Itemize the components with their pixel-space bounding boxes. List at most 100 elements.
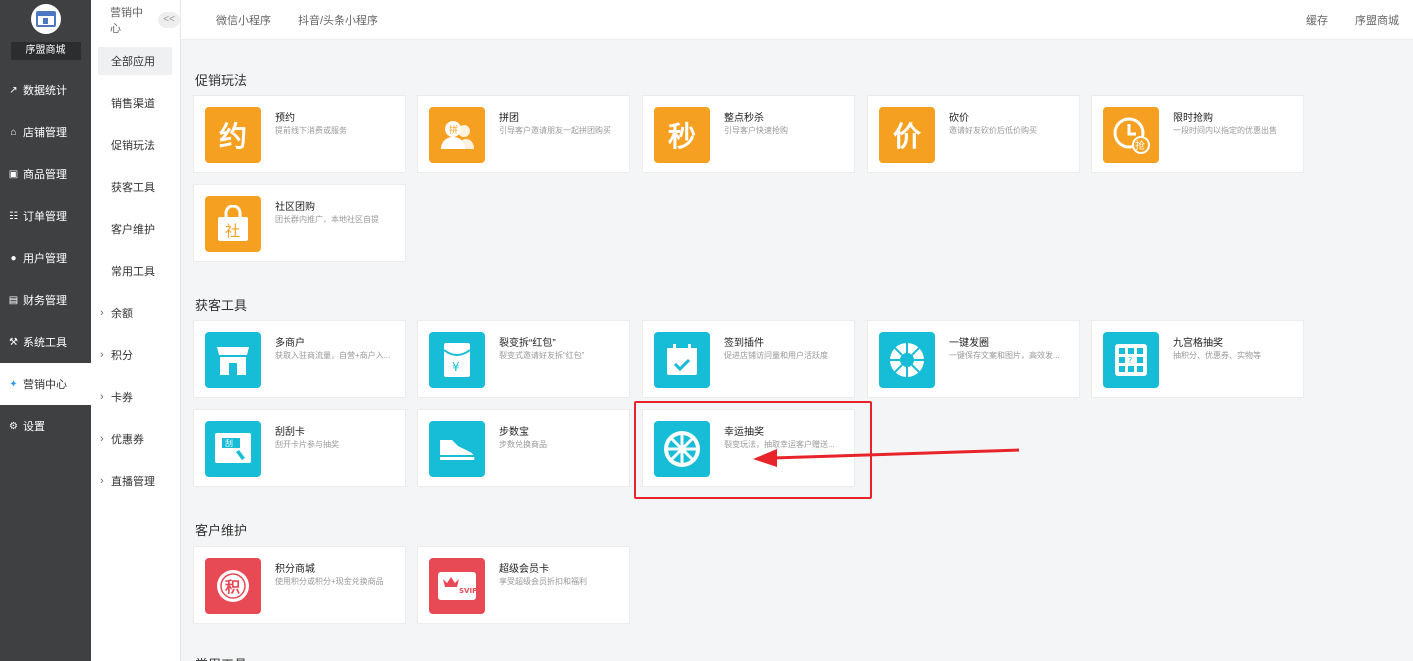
nav-label: 财务管理 [23, 295, 67, 307]
main-content: 促销玩法 约 预约 提前线下消费或服务 拼 拼团 引导客户邀请朋友一起拼团购买 … [181, 41, 1413, 661]
bag-glyph: 社 [218, 205, 248, 241]
section-title-common: 常用工具 [195, 654, 247, 661]
card-name: 积分商城 [275, 564, 315, 575]
card-name: 预约 [275, 113, 295, 124]
tab-douyin-miniprogram[interactable]: 抖音/头条小程序 [298, 12, 378, 28]
subnav-label: 卡券 [111, 392, 133, 404]
wrench-icon: ⚒ [9, 336, 18, 348]
subnav-item-all-apps[interactable]: 全部应用 [98, 47, 172, 75]
store-icon: ⌂ [10, 126, 17, 138]
subnav-label: 直播管理 [111, 476, 155, 488]
subnav-item-acquire[interactable]: 获客工具 [91, 166, 180, 208]
nav-item-settings[interactable]: ⚙ 设置 [0, 405, 91, 447]
svg-text:社: 社 [225, 222, 240, 240]
app-card-share-moments[interactable]: 一键发圈 一键保存文案和图片，高效发... [867, 320, 1080, 398]
svg-text:抢: 抢 [1135, 139, 1145, 152]
subnav-title: 营销中心 [110, 7, 143, 35]
svg-text:积: 积 [225, 578, 240, 596]
card-desc: 邀请好友砍价后低价购买 [949, 126, 1037, 135]
app-card-scratch-card[interactable]: 刮 刮刮卡 刮开卡片参与抽奖 [193, 409, 406, 487]
app-card-step-treasure[interactable]: 步数宝 步数兑换商品 [417, 409, 630, 487]
nav-item-stats[interactable]: ↗ 数据统计 [0, 69, 91, 111]
svg-text:刮: 刮 [225, 438, 233, 448]
nav-item-tools[interactable]: ⚒ 系统工具 [0, 321, 91, 363]
chevron-right-icon: › [100, 307, 104, 319]
grid-glyph: ? [1115, 344, 1147, 376]
storefront-icon [205, 332, 261, 388]
icon-glyph: 价 [892, 120, 921, 153]
marketing-icon: ✦ [9, 378, 18, 390]
app-card-group-buy[interactable]: 拼 拼团 引导客户邀请朋友一起拼团购买 [417, 95, 630, 173]
card-name: 超级会员卡 [499, 564, 549, 575]
svg-text:SVIP: SVIP [459, 587, 477, 595]
top-right-links: 缓存 序盟商城 [1306, 12, 1413, 28]
card-desc: 团长群内推广，本地社区自提 [275, 215, 379, 224]
section-title-promo: 促销玩法 [195, 73, 248, 88]
app-card-red-packet[interactable]: ¥ 裂变拆“红包” 裂变式邀请好友拆“红包” [417, 320, 630, 398]
svg-text:?: ? [1128, 356, 1132, 365]
app-card-points-mall[interactable]: 积 积分商城 使用积分或积分+现金兑换商品 [193, 546, 406, 624]
subnav-item-cards[interactable]: › 卡券 [91, 376, 180, 418]
subnav-item-common[interactable]: 常用工具 [91, 250, 180, 292]
subnav-item-sales-channel[interactable]: 销售渠道 [91, 82, 180, 124]
goods-icon: ▣ [8, 168, 19, 180]
main-sidebar: 序盟商城 ↗ 数据统计 ⌂ 店铺管理 ▣ 商品管理 ☷ 订单管理 ● 用户管理 ▤ 财务管理… [0, 0, 91, 661]
shop-name: 序盟商城 [10, 42, 81, 60]
app-card-appointment[interactable]: 约 预约 提前线下消费或服务 [193, 95, 406, 173]
app-card-multi-merchant[interactable]: 多商户 获取入驻商流量，自营+商户入... [193, 320, 406, 398]
nav-item-marketing[interactable]: ✦ 营销中心 [0, 363, 91, 405]
app-card-super-vip[interactable]: SVIP 超级会员卡 享受超级会员折扣和福利 [417, 546, 630, 624]
app-card-bargain[interactable]: 价 砍价 邀请好友砍价后低价购买 [867, 95, 1080, 173]
scratch-glyph: 刮 [215, 433, 251, 463]
collapse-button[interactable]: << [158, 12, 180, 28]
flash-sale-icon: 秒 [654, 107, 710, 163]
card-name: 砍价 [949, 113, 969, 124]
subnav-item-coupons[interactable]: › 优惠券 [91, 418, 180, 460]
card-name: 多商户 [275, 338, 305, 349]
order-icon: ☷ [9, 210, 18, 222]
card-desc: 引导客户快速抢购 [724, 126, 788, 135]
shop-logo[interactable] [30, 4, 61, 34]
app-card-flash-sale[interactable]: 秒 整点秒杀 引导客户快速抢购 [642, 95, 855, 173]
nav-label: 系统工具 [23, 337, 67, 349]
subnav-item-retain[interactable]: 客户维护 [91, 208, 180, 250]
section-title-acquire: 获客工具 [195, 298, 248, 313]
aperture-icon [879, 332, 935, 388]
top-bar: 微信小程序 抖音/头条小程序 缓存 序盟商城 [181, 0, 1413, 40]
shop-link[interactable]: 序盟商城 [1355, 12, 1399, 28]
nav-item-finance[interactable]: ▤ 财务管理 [0, 279, 91, 321]
icon-glyph: 秒 [667, 120, 696, 153]
nav-label: 设置 [23, 421, 45, 433]
nav-item-store[interactable]: ⌂ 店铺管理 [0, 111, 91, 153]
section-title-retain: 客户维护 [195, 523, 248, 538]
card-name: 刮刮卡 [275, 427, 305, 438]
nav-label: 商品管理 [23, 169, 67, 181]
subnav-item-live[interactable]: › 直播管理 [91, 460, 180, 502]
finance-icon: ▤ [8, 294, 19, 306]
card-desc: 获取入驻商流量，自营+商户入... [275, 351, 391, 360]
nav-item-goods[interactable]: ▣ 商品管理 [0, 153, 91, 195]
storefront-glyph [217, 347, 249, 375]
app-card-community-group[interactable]: 社 社区团购 团长群内推广，本地社区自提 [193, 184, 406, 262]
clock-glyph: 抢 [1113, 117, 1150, 154]
subnav-item-promo[interactable]: 促销玩法 [91, 124, 180, 166]
nav-label: 订单管理 [23, 211, 67, 223]
subnav-label: 余额 [111, 308, 133, 320]
nav-label: 店铺管理 [23, 127, 67, 139]
tab-wechat-miniprogram[interactable]: 微信小程序 [216, 12, 271, 28]
nav-item-orders[interactable]: ☷ 订单管理 [0, 195, 91, 237]
points-glyph: 积 [217, 570, 249, 602]
cache-link[interactable]: 缓存 [1306, 12, 1328, 28]
card-desc: 一段时间内以指定的优惠出售 [1173, 126, 1277, 135]
chevron-right-icon: › [100, 391, 104, 403]
app-card-checkin[interactable]: 签到插件 促进店铺访问量和用户活跃度 [642, 320, 855, 398]
app-card-limited-sale[interactable]: 抢 限时抢购 一段时间内以指定的优惠出售 [1091, 95, 1304, 173]
nav-label: 用户管理 [23, 253, 67, 265]
chevron-right-icon: › [100, 433, 104, 445]
subnav-item-balance[interactable]: › 余额 [91, 292, 180, 334]
subnav-item-points[interactable]: › 积分 [91, 334, 180, 376]
group-users-glyph: 拼 [441, 121, 474, 149]
nav-item-users[interactable]: ● 用户管理 [0, 237, 91, 279]
card-desc: 促进店铺访问量和用户活跃度 [724, 351, 828, 360]
app-card-nine-grid[interactable]: ? 九宫格抽奖 抽积分、优惠券、实物等 [1091, 320, 1304, 398]
